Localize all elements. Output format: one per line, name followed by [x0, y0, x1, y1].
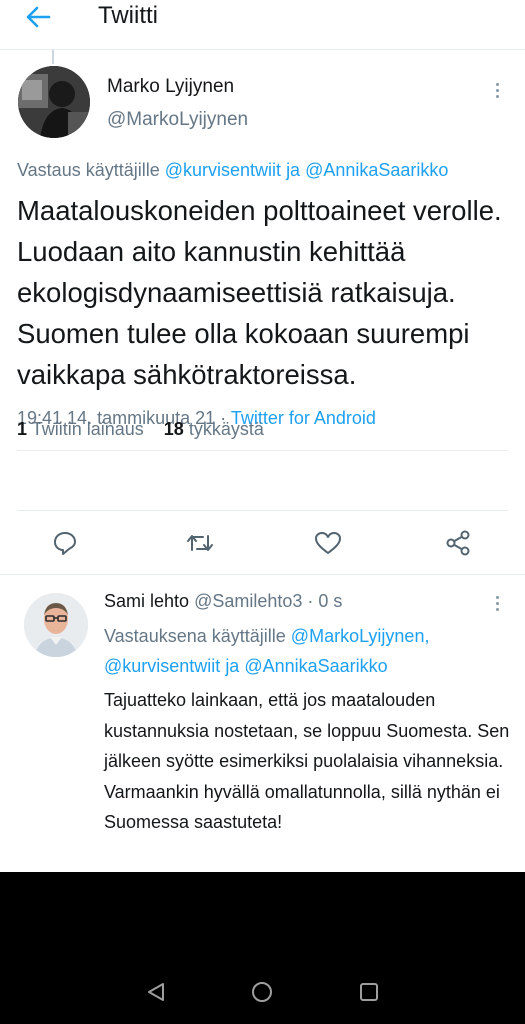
- reply-context: Vastauksena käyttäjille @MarkoLyijynen, …: [104, 626, 430, 676]
- avatar-photo: [18, 66, 90, 138]
- author-handle[interactable]: @Samilehto3: [194, 591, 302, 611]
- nav-recents-button[interactable]: [349, 972, 389, 1012]
- mention-link[interactable]: @MarkoLyijynen,: [291, 626, 430, 646]
- nav-recents-icon: [360, 983, 378, 1001]
- more-options-button[interactable]: [487, 78, 507, 102]
- tweet-text: Tajuatteko lainkaan, että jos maataloude…: [104, 690, 510, 832]
- back-button[interactable]: [18, 0, 58, 34]
- reply-author-row: Sami lehto @Samilehto3 · 0 s: [104, 591, 343, 611]
- author-handle[interactable]: @MarkoLyijynen: [107, 109, 248, 131]
- mention-link[interactable]: @kurvisentwiit: [104, 656, 220, 676]
- thread-connector-line: [52, 50, 54, 64]
- more-options-button[interactable]: [487, 591, 507, 615]
- likes-stat[interactable]: 18 tykkäystä: [164, 419, 264, 439]
- quote-tweets-stat[interactable]: 1 Twiitin lainaus: [17, 419, 144, 439]
- mention-link[interactable]: @kurvisentwiit: [165, 160, 281, 180]
- reply-context: Vastaus käyttäjille @kurvisentwiit ja @A…: [17, 160, 449, 180]
- share-icon: [446, 530, 470, 556]
- author-name[interactable]: Sami lehto: [104, 591, 189, 611]
- tweet-timestamp: 0 s: [318, 591, 343, 611]
- tweet-actions-bar: [0, 475, 525, 556]
- mention-link[interactable]: @AnnikaSaarikko: [305, 160, 448, 180]
- avatar[interactable]: [18, 66, 90, 138]
- author-name[interactable]: Marko Lyijynen: [107, 76, 234, 98]
- reply-tweet[interactable]: Sami lehto @Samilehto3 · 0 s Vastauksena…: [0, 575, 525, 872]
- system-navigation-bar: [0, 872, 525, 1024]
- avatar-photo: [24, 593, 88, 657]
- share-button[interactable]: [438, 523, 478, 563]
- page-title: Twiitti: [98, 2, 158, 29]
- divider: [17, 450, 508, 451]
- nav-home-icon: [252, 982, 272, 1002]
- avatar[interactable]: [24, 593, 88, 657]
- like-button[interactable]: [308, 523, 348, 563]
- reply-button[interactable]: [45, 523, 85, 563]
- nav-back-icon: [148, 983, 164, 1001]
- retweet-button[interactable]: [180, 523, 220, 563]
- more-vertical-icon: [495, 82, 499, 86]
- nav-back-button[interactable]: [136, 972, 176, 1012]
- top-app-bar: Twiitti: [0, 0, 525, 50]
- more-vertical-icon: [495, 595, 499, 599]
- mention-link[interactable]: @AnnikaSaarikko: [244, 656, 387, 676]
- retweet-icon: [187, 535, 213, 551]
- nav-home-button[interactable]: [242, 972, 282, 1012]
- back-arrow-icon: [26, 6, 51, 28]
- reply-icon: [54, 532, 76, 555]
- heart-icon: [315, 532, 341, 554]
- tweet-text: Maatalouskoneiden polttoaineet verolle. …: [17, 195, 502, 390]
- tweet-stats: 1 Twiitin lainaus 18 tykkäystä: [17, 419, 264, 440]
